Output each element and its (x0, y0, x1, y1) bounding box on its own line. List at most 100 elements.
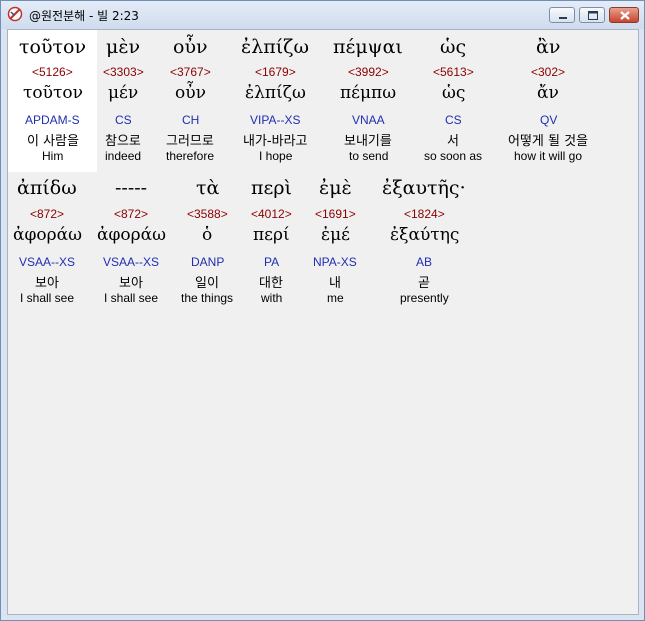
parse-code[interactable]: AB (416, 255, 432, 269)
korean-gloss: 곧 (418, 276, 430, 291)
strong-number[interactable]: <3588> (187, 207, 228, 221)
strong-number[interactable]: <302> (531, 65, 565, 79)
parse-code[interactable]: PA (264, 255, 279, 269)
greek-word: ἀπίδω (17, 177, 77, 199)
greek-word: ἐμὲ (319, 177, 352, 199)
parse-code[interactable]: CH (182, 113, 199, 127)
greek-word: ἂν (536, 36, 561, 58)
english-gloss: therefore (166, 149, 215, 163)
english-gloss: I hope (259, 149, 293, 163)
verse-row-1: τοῦτον <5126> τοῦτον APDAM-S 이 사람을 Him μ… (8, 30, 638, 172)
word-cell[interactable]: τοῦτον <5126> τοῦτον APDAM-S 이 사람을 Him (8, 30, 97, 172)
english-gloss: the things (181, 291, 234, 305)
minimize-icon (559, 17, 567, 19)
title-bar[interactable]: @원전분해 - 빌 2:23 (1, 1, 644, 29)
word-cell[interactable]: ----- <872> ἀφοράω VSAA--XS 보아 I shall s… (92, 172, 170, 314)
word-cell[interactable]: πέμψαι <3992> πέμπω VNAA 보내기를 to send (325, 30, 411, 172)
korean-gloss: 이 사람을 (27, 134, 79, 149)
strong-number[interactable]: <3767> (170, 65, 211, 79)
greek-word: τοῦτον (19, 36, 87, 58)
strong-number[interactable]: <5613> (433, 65, 474, 79)
english-gloss: me (327, 291, 344, 305)
word-cell[interactable]: οὖν <3767> οὖν CH 그러므로 therefore (155, 30, 225, 172)
word-cell[interactable]: ὡς <5613> ὡς CS 서 so soon as (417, 30, 489, 172)
lemma: ἄν (537, 83, 559, 103)
lemma: ἐμέ (321, 225, 350, 245)
strong-number[interactable]: <3992> (348, 65, 389, 79)
korean-gloss: 보아 (119, 276, 143, 291)
greek-word: ----- (115, 177, 148, 199)
lemma: περί (253, 225, 290, 245)
window-title: @원전분해 - 빌 2:23 (29, 9, 139, 23)
strong-number[interactable]: <872> (114, 207, 148, 221)
strong-number[interactable]: <1824> (404, 207, 445, 221)
english-gloss: with (261, 291, 283, 305)
greek-word: ὡς (440, 36, 467, 58)
strong-number[interactable]: <3303> (103, 65, 144, 79)
word-cell[interactable]: ἐλπίζω <1679> ἐλπίζω VIPA--XS 내가-바라고 I h… (231, 30, 319, 172)
parse-code[interactable]: VIPA--XS (250, 113, 300, 127)
greek-word: περὶ (251, 177, 292, 199)
korean-gloss: 그러므로 (166, 134, 214, 149)
english-gloss: I shall see (104, 291, 159, 305)
minimize-button[interactable] (549, 7, 575, 23)
strong-number[interactable]: <5126> (32, 65, 73, 79)
parse-code[interactable]: APDAM-S (25, 113, 80, 127)
lemma: ἀφοράω (97, 225, 166, 245)
korean-gloss: 일이 (195, 276, 219, 291)
word-cell[interactable]: περὶ <4012> περί PA 대한 with (244, 172, 298, 314)
word-cell[interactable]: τὰ <3588> ὁ DANP 일이 the things (176, 172, 238, 314)
korean-gloss: 어떻게 될 것을 (508, 134, 589, 149)
lemma: ἐλπίζω (245, 83, 306, 103)
english-gloss: Him (42, 149, 64, 163)
parse-code[interactable]: CS (445, 113, 462, 127)
strong-number[interactable]: <872> (30, 207, 64, 221)
lemma: ἐξαύτης (390, 225, 460, 245)
korean-gloss: 내가-바라고 (243, 134, 308, 149)
word-cell[interactable]: ἐμὲ <1691> ἐμέ NPA-XS 내 me (304, 172, 366, 314)
korean-gloss: 참으로 (105, 134, 141, 149)
parse-code[interactable]: VSAA--XS (19, 255, 75, 269)
korean-gloss: 보아 (35, 276, 59, 291)
lemma: ὁ (202, 225, 213, 245)
word-cell[interactable]: ἂν <302> ἄν QV 어떻게 될 것을 how it will go (495, 30, 601, 172)
english-gloss: indeed (105, 149, 142, 163)
strong-number[interactable]: <1691> (315, 207, 356, 221)
parse-code[interactable]: DANP (191, 255, 224, 269)
lemma: μέν (108, 83, 139, 103)
strong-number[interactable]: <4012> (251, 207, 292, 221)
english-gloss: so soon as (424, 149, 483, 163)
parse-code[interactable]: QV (540, 113, 557, 127)
lemma: τοῦτον (23, 83, 83, 103)
close-button[interactable] (609, 7, 639, 23)
english-gloss: to send (349, 149, 389, 163)
strong-number[interactable]: <1679> (255, 65, 296, 79)
word-cell[interactable]: ἐξαυτῆς· <1824> ἐξαύτης AB 곧 presently (372, 172, 476, 314)
greek-word: μὲν (106, 36, 141, 58)
english-gloss: I shall see (20, 291, 75, 305)
greek-word: ἐλπίζω (241, 36, 309, 58)
word-cell[interactable]: μὲν <3303> μέν CS 참으로 indeed (97, 30, 149, 172)
verse-row-2: ἀπίδω <872> ἀφοράω VSAA--XS 보아 I shall s… (8, 172, 638, 314)
greek-word: οὖν (173, 36, 208, 58)
korean-gloss: 보내기를 (344, 134, 392, 149)
app-icon[interactable] (7, 6, 23, 22)
parse-code[interactable]: VSAA--XS (103, 255, 159, 269)
korean-gloss: 서 (447, 134, 459, 149)
maximize-button[interactable] (579, 7, 605, 23)
greek-word: πέμψαι (333, 36, 403, 58)
parse-code[interactable]: CS (115, 113, 132, 127)
maximize-icon (588, 11, 598, 20)
greek-word: τὰ (196, 177, 220, 199)
close-icon (620, 11, 630, 20)
parse-code[interactable]: VNAA (352, 113, 385, 127)
parsing-view: τοῦτον <5126> τοῦτον APDAM-S 이 사람을 Him μ… (7, 29, 639, 615)
lemma: ἀφοράω (13, 225, 82, 245)
parse-code[interactable]: NPA-XS (313, 255, 357, 269)
app-window: @원전분해 - 빌 2:23 τοῦτον <5126> τοῦτον APDA… (0, 0, 645, 621)
word-cell[interactable]: ἀπίδω <872> ἀφοράω VSAA--XS 보아 I shall s… (8, 172, 86, 314)
korean-gloss: 대한 (259, 276, 283, 291)
lemma: πέμπω (340, 83, 397, 103)
english-gloss: presently (400, 291, 449, 305)
greek-word: ἐξαυτῆς· (382, 177, 466, 199)
